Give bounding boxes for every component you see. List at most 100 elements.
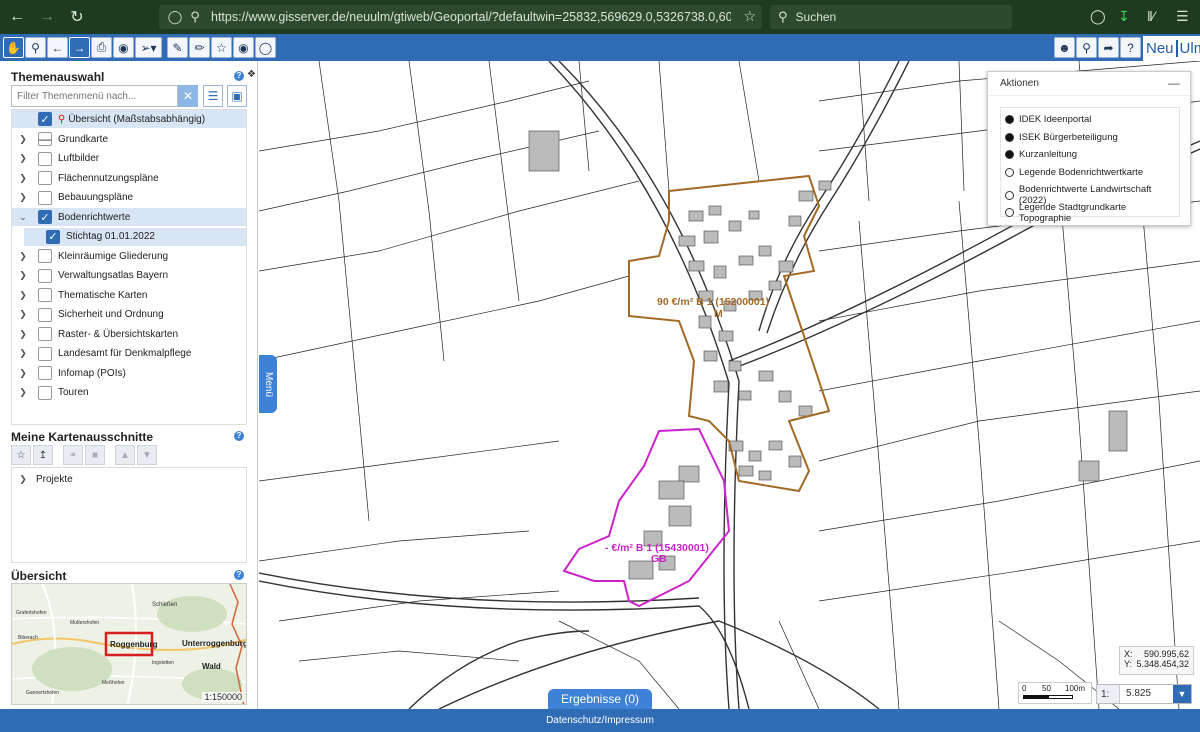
bookmark-star-icon[interactable]: ☆	[743, 8, 756, 25]
checkbox[interactable]	[38, 268, 52, 283]
minimize-icon[interactable]: —	[1168, 76, 1180, 90]
help-icon[interactable]: ?	[234, 570, 244, 580]
chevron-right-icon[interactable]: ❯	[16, 134, 30, 145]
checkbox[interactable]	[38, 190, 52, 205]
tree-item-bebauungsplaene[interactable]: ❯ Bebauungspläne	[12, 189, 246, 207]
pan-hand-icon[interactable]: ✋	[3, 37, 24, 58]
download-icon[interactable]: ↧	[1118, 8, 1130, 25]
checkbox[interactable]: ✓	[38, 210, 52, 224]
checkbox[interactable]	[38, 307, 52, 322]
aktion-item[interactable]: ISEK Bürgerbeteiligung	[1005, 132, 1118, 143]
help-icon[interactable]: ?	[234, 71, 244, 81]
radio-icon[interactable]	[1005, 190, 1014, 200]
url-text[interactable]: https://www.gisserver.de/neuulm/gtiweb/G…	[211, 10, 731, 24]
chevron-right-icon[interactable]: ❯	[16, 368, 30, 379]
checkbox[interactable]	[38, 171, 52, 185]
back-icon[interactable]: ←	[4, 4, 30, 30]
radio-icon[interactable]	[1005, 115, 1014, 124]
tree-item-sicherheit-ordnung[interactable]: ❯ Sicherheit und Ordnung	[12, 306, 246, 324]
checkbox[interactable]	[38, 249, 52, 263]
url-bar[interactable]: ◯ ⚲ https://www.gisserver.de/neuulm/gtiw…	[159, 5, 762, 29]
comment-icon[interactable]: ◯	[255, 37, 276, 58]
overview-map[interactable]: Roggenburg Schießen Unterroggenburg Wald…	[11, 583, 247, 705]
chevron-right-icon[interactable]: ❯	[16, 173, 30, 184]
print-icon[interactable]: ⎙	[91, 37, 112, 58]
tree-item-thematische-karten[interactable]: ❯ Thematische Karten	[12, 286, 246, 304]
tree-item-stichtag[interactable]: ✓ Stichtag 01.01.2022	[24, 227, 246, 246]
ergebnisse-tab[interactable]: Ergebnisse (0)	[548, 689, 652, 709]
aktion-item[interactable]: Kurzanleitung	[1005, 149, 1077, 160]
chevron-right-icon[interactable]: ❯	[16, 474, 30, 485]
chevron-right-icon[interactable]: ❯	[16, 153, 30, 164]
menu-tab[interactable]: Menü	[259, 355, 277, 413]
layout-icon[interactable]: ▣	[227, 85, 247, 107]
chevron-right-icon[interactable]: ❯	[16, 348, 30, 359]
chevron-right-icon[interactable]: ❯	[16, 329, 30, 340]
move-down-icon[interactable]: ▼	[137, 445, 157, 465]
chevron-right-icon[interactable]: ❯	[16, 192, 30, 203]
trash-icon[interactable]: ■	[85, 445, 105, 465]
checkbox[interactable]	[38, 288, 52, 302]
previous-view-icon[interactable]: ←	[47, 37, 68, 58]
checkbox[interactable]	[38, 366, 52, 380]
user-icon[interactable]: ☻	[1054, 37, 1075, 58]
tree-item-projekte[interactable]: ❯ Projekte	[12, 470, 246, 488]
checkbox-partial[interactable]: —	[38, 132, 52, 146]
shield-icon[interactable]: ◯	[165, 9, 185, 25]
tree-item-luftbilder[interactable]: ❯ Luftbilder	[12, 150, 246, 168]
tree-item-grundkarte[interactable]: ❯ — Grundkarte	[12, 130, 246, 148]
select-arrow-icon[interactable]: ➢▾	[135, 37, 162, 58]
zoom-icon[interactable]: ⚲	[25, 37, 46, 58]
favorite-star-icon[interactable]: ☆	[211, 37, 232, 58]
tree-item-uebersicht[interactable]: ✓ ⚲ Übersicht (Maßstabsabhängig)	[12, 110, 246, 128]
tree-item-touren[interactable]: ❯ Touren	[12, 384, 246, 402]
checkbox[interactable]: ✓	[46, 229, 60, 244]
tree-item-kleinraeumige-gliederung[interactable]: ❯ Kleinräumige Gliederung	[12, 247, 246, 265]
camera-icon[interactable]: ◉	[113, 37, 134, 58]
library-icon[interactable]: ‖⁄	[1147, 8, 1155, 24]
filter-settings-icon[interactable]: ☰	[203, 85, 223, 107]
scale-select[interactable]: 1: 5.825 ▼	[1096, 684, 1192, 704]
star-icon[interactable]: ☆	[11, 445, 31, 465]
search-map-icon[interactable]: ⚲	[1076, 37, 1097, 58]
reload-icon[interactable]: ↻	[64, 4, 90, 30]
forward-icon[interactable]: →	[34, 4, 60, 30]
chevron-down-icon[interactable]: ⌄	[16, 212, 30, 223]
chevron-down-icon[interactable]: ▼	[1173, 685, 1191, 703]
checkbox[interactable]	[38, 385, 52, 400]
chevron-right-icon[interactable]: ❯	[16, 309, 30, 320]
scale-value[interactable]: 5.825	[1119, 685, 1173, 703]
chevron-right-icon[interactable]: ❯	[16, 251, 30, 262]
help-icon[interactable]: ?	[1120, 37, 1141, 58]
pin-icon[interactable]: ❖	[247, 69, 256, 80]
chevron-right-icon[interactable]: ❯	[16, 270, 30, 281]
menu-icon[interactable]: ☰	[1176, 8, 1189, 25]
tree-item-infomap[interactable]: ❯ Infomap (POIs)	[12, 364, 246, 382]
checkbox[interactable]	[38, 151, 52, 166]
browser-search-input[interactable]: ⚲ Suchen	[770, 5, 1012, 29]
draw-pencil-icon[interactable]: ✎	[167, 37, 188, 58]
link-icon[interactable]: ⚭	[63, 445, 83, 465]
tree-item-verwaltungsatlas[interactable]: ❯ Verwaltungsatlas Bayern	[12, 267, 246, 285]
map-marker-icon[interactable]: ◉	[233, 37, 254, 58]
chevron-right-icon[interactable]: ❯	[16, 290, 30, 301]
clear-filter-icon[interactable]: ✕	[178, 85, 198, 107]
aktion-item[interactable]: IDEK Ideenportal	[1005, 114, 1091, 125]
radio-icon[interactable]	[1005, 150, 1014, 159]
checkbox[interactable]	[38, 346, 52, 361]
checkbox[interactable]: ✓	[38, 112, 52, 126]
checkbox[interactable]	[38, 327, 52, 341]
radio-icon[interactable]	[1005, 167, 1014, 177]
tree-item-raster-uebersichtskarten[interactable]: ❯ Raster- & Übersichtskarten	[12, 325, 246, 343]
measure-ruler-icon[interactable]: ✏	[189, 37, 210, 58]
aktion-item[interactable]: Legende Stadtgrundkarte Topographie	[1005, 202, 1179, 224]
radio-icon[interactable]	[1005, 132, 1014, 142]
chevron-right-icon[interactable]: ❯	[16, 387, 30, 398]
help-icon[interactable]: ?	[234, 431, 244, 441]
radio-icon[interactable]	[1005, 208, 1014, 217]
share-icon[interactable]: ➦	[1098, 37, 1119, 58]
tree-item-bodenrichtwerte[interactable]: ⌄ ✓ Bodenrichtwerte	[12, 208, 246, 226]
upload-icon[interactable]: ↥	[33, 445, 53, 465]
datenschutz-link[interactable]: Datenschutz/Impressum	[546, 715, 654, 726]
move-up-icon[interactable]: ▲	[115, 445, 135, 465]
